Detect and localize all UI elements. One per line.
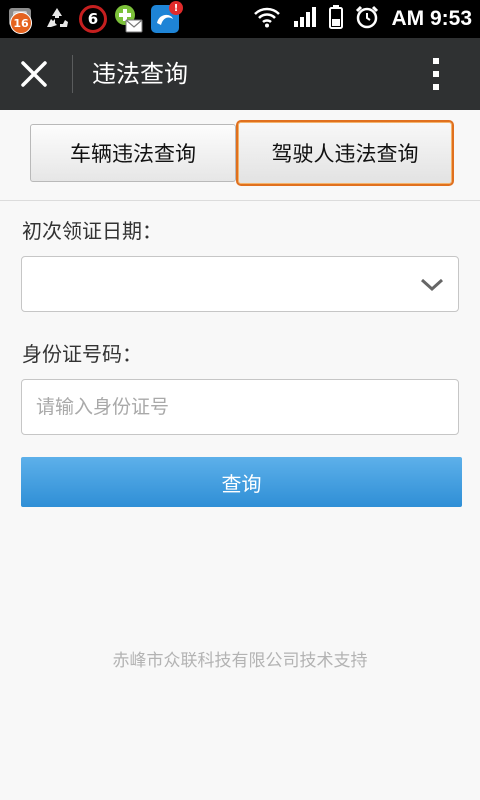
status-right-icons: AM 9:53 — [253, 2, 472, 36]
page-title: 违法查询 — [92, 60, 188, 88]
browser-app-icon: ! — [150, 1, 183, 34]
id-number-input[interactable] — [21, 379, 459, 435]
status-left-icons: 16 6 ! — [6, 1, 183, 36]
app-notification-icon: 16 — [6, 4, 36, 34]
notification-count-badge: 16 — [10, 12, 32, 34]
alarm-icon — [355, 5, 379, 33]
clock-time: AM 9:53 — [391, 7, 472, 30]
wifi-icon — [253, 6, 281, 32]
title-bar: 违法查询 — [0, 38, 480, 110]
recycle-icon — [42, 4, 72, 34]
footer-credit: 赤峰市众联科技有限公司技术支持 — [112, 651, 368, 671]
id-number-label: 身份证号码： — [22, 342, 142, 366]
query-type-tabs: 车辆违法查询 驾驶人违法查询 — [0, 110, 480, 201]
signal-icon — [293, 6, 317, 32]
license-date-label: 初次领证日期： — [22, 219, 162, 243]
tab-driver-violation[interactable]: 驾驶人违法查询 — [236, 120, 454, 186]
more-menu-button[interactable] — [426, 56, 446, 92]
search-button[interactable]: 查询 — [21, 457, 462, 507]
title-divider — [72, 55, 73, 93]
license-date-select[interactable] — [21, 256, 459, 312]
status-bar: 16 6 ! AM 9:53 — [0, 0, 480, 38]
more-vertical-icon — [433, 58, 439, 90]
tab-vehicle-violation[interactable]: 车辆违法查询 — [30, 124, 236, 182]
messaging-icon — [114, 4, 144, 34]
chevron-down-icon — [420, 278, 444, 292]
close-button[interactable] — [20, 60, 48, 88]
battery-icon — [329, 5, 344, 33]
counter-icon: 6 — [78, 4, 108, 34]
close-icon — [21, 61, 47, 87]
counter-value: 6 — [87, 10, 99, 28]
